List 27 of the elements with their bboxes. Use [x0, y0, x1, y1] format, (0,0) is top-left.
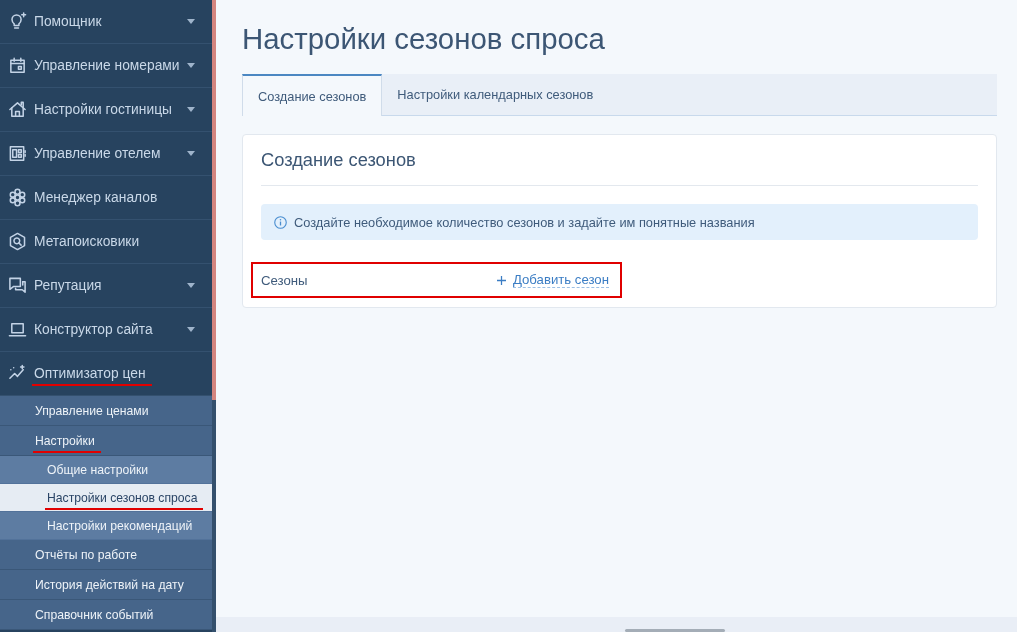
laptop-icon: [8, 320, 27, 339]
submenu-item[interactable]: Общие настройки: [0, 456, 212, 484]
chat-icon: [8, 276, 27, 295]
lightbulb-icon: [8, 12, 27, 31]
submenu-item[interactable]: Управление ценами: [0, 396, 212, 426]
house-icon: [8, 100, 27, 119]
submenu-item[interactable]: Настройки сезонов спроса: [0, 484, 212, 512]
hexagon-search-icon: [8, 232, 27, 251]
plus-icon[interactable]: [496, 275, 506, 285]
tab[interactable]: Настройки календарных сезонов: [382, 74, 609, 115]
info-icon: [274, 215, 287, 229]
submenu-item[interactable]: Справочник событий: [0, 600, 212, 630]
scrollbar-thumb[interactable]: [212, 0, 216, 400]
flower-icon: [8, 188, 27, 207]
add-season-link[interactable]: Добавить сезон: [512, 272, 609, 288]
calendar-icon: [8, 56, 27, 75]
submenu-item[interactable]: История действий на дату: [0, 570, 212, 600]
seasons-label: Сезоны: [261, 272, 308, 288]
card-title: Создание сезонов: [261, 148, 417, 172]
scrollbar-thumb[interactable]: [625, 629, 725, 632]
info-text: Создайте необходимое количество сезонов и задайте им понятные названия: [294, 214, 755, 230]
submenu-item[interactable]: Отчёты по работе: [0, 540, 212, 570]
tab[interactable]: Создание сезонов: [242, 74, 383, 116]
submenu-item[interactable]: Настройки: [0, 426, 212, 456]
page-title: Настройки сезонов спроса: [242, 21, 606, 57]
dashboard-icon: [8, 144, 27, 163]
submenu-item[interactable]: Настройки рекомендаций: [0, 512, 212, 540]
